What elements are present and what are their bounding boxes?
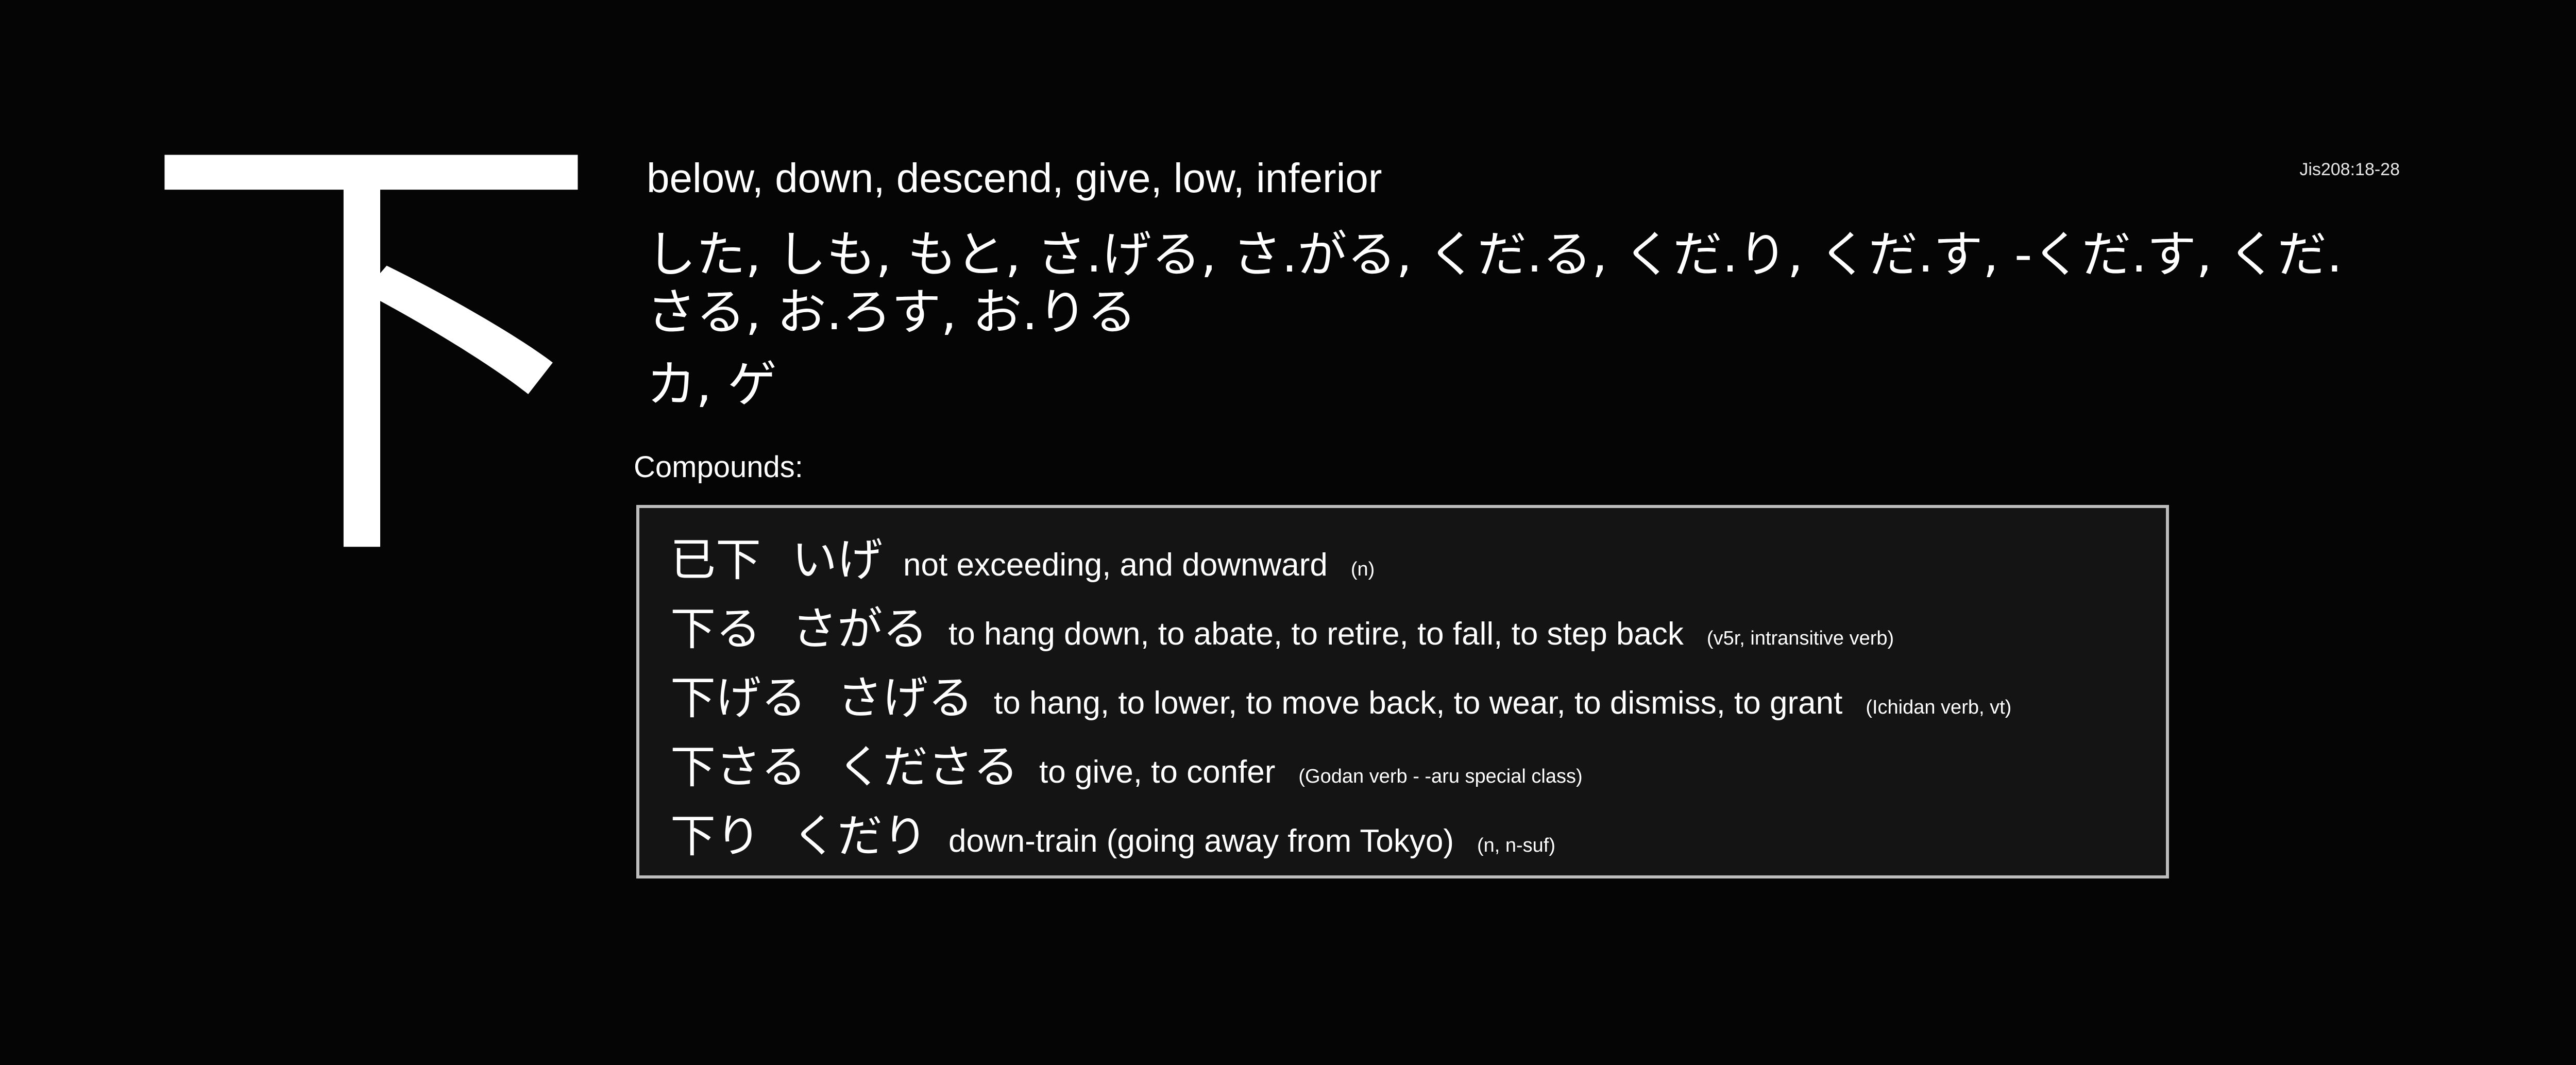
compound-meaning: to hang down, to abate, to retire, to fa…	[948, 616, 1684, 652]
compound-part-of-speech: (Godan verb - -aru special class)	[1298, 766, 1583, 787]
kanji-meanings: below, down, descend, give, low, inferio…	[647, 155, 1382, 201]
compound-part-of-speech: (v5r, intransitive verb)	[1706, 628, 1894, 649]
compound-reading: くだり	[792, 809, 928, 863]
compound-row: 下さる くださる to give, to confer (Godan verb …	[670, 731, 2166, 800]
compound-word: 下る	[670, 602, 761, 655]
compound-reading: くださる	[837, 740, 1019, 793]
compound-word: 下り	[670, 809, 761, 863]
compound-reading: さがる	[792, 602, 928, 655]
compound-reading: いげ	[792, 533, 883, 586]
compound-row: 下り くだり down-train (going away from Tokyo…	[670, 800, 2166, 869]
compound-part-of-speech: (n, n-suf)	[1477, 835, 1556, 856]
compound-word: 下さる	[670, 740, 807, 793]
compound-meaning: down-train (going away from Tokyo)	[948, 823, 1454, 859]
compound-meaning: to hang, to lower, to move back, to wear…	[994, 685, 1843, 721]
compounds-label: Compounds:	[634, 450, 803, 484]
kun-readings: した, しも, もと, さ.げる, さ.がる, くだ.る, くだ.り, くだ.す…	[647, 226, 2343, 341]
compounds-list: 已下 いげ not exceeding, and downward (n) 下る…	[636, 505, 2169, 878]
compound-word: 已下	[670, 533, 761, 586]
compound-word: 下げる	[670, 671, 807, 724]
on-readings: カ, ゲ	[647, 356, 777, 413]
jis-code: Jis208:18-28	[2299, 160, 2400, 179]
compound-meaning: not exceeding, and downward	[903, 547, 1328, 583]
compound-meaning: to give, to confer	[1039, 754, 1276, 790]
kanji-character: 下	[139, 80, 603, 620]
compound-row: 已下 いげ not exceeding, and downward (n)	[670, 523, 2166, 593]
compound-part-of-speech: (n)	[1350, 559, 1375, 580]
compound-row: 下げる さげる to hang, to lower, to move back,…	[670, 662, 2166, 731]
compound-reading: さげる	[837, 671, 974, 724]
compound-part-of-speech: (Ichidan verb, vt)	[1866, 697, 2012, 718]
compound-row: 下る さがる to hang down, to abate, to retire…	[670, 593, 2166, 662]
